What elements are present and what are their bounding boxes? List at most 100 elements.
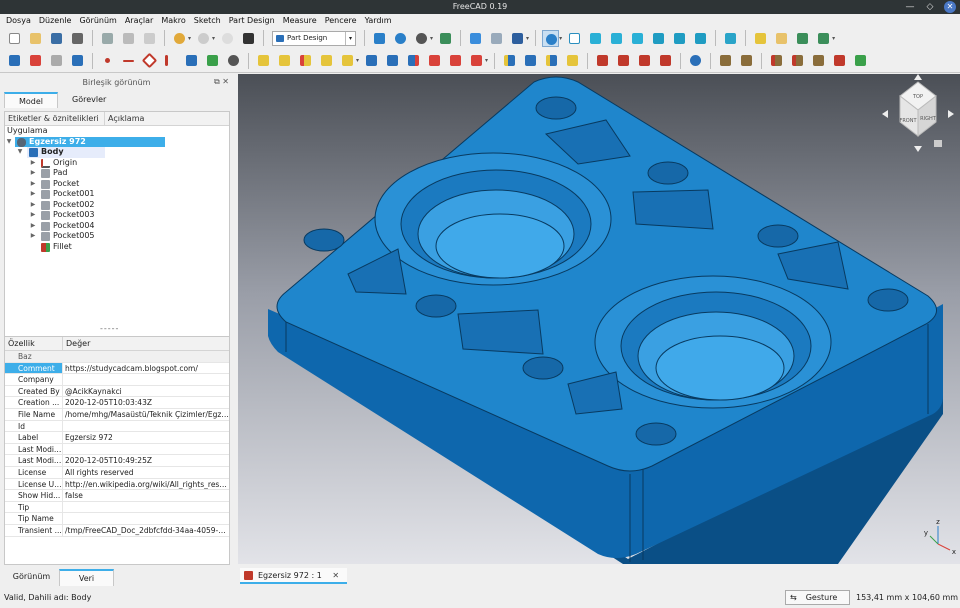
tab-data[interactable]: Veri xyxy=(59,569,114,586)
property-value[interactable] xyxy=(63,444,229,455)
zoom-dropdown-icon[interactable]: ▾ xyxy=(559,35,562,42)
tree-item-pocket[interactable]: ▶ Pocket xyxy=(5,179,229,190)
create-sketch-icon[interactable] xyxy=(27,52,44,69)
tree-item-body[interactable]: ▼ Body xyxy=(5,147,229,158)
workbench-selector[interactable]: Part Design ▾ xyxy=(272,30,357,46)
navcube-arrow-left-icon[interactable] xyxy=(882,110,888,118)
involute-gear-icon[interactable] xyxy=(738,52,755,69)
measure-refresh-icon[interactable] xyxy=(810,52,827,69)
float-icon[interactable]: ⧉ xyxy=(214,77,220,86)
property-row[interactable]: Tip xyxy=(5,501,229,514)
tree-item-origin[interactable]: ▶ Origin xyxy=(5,158,229,169)
additive-primitive-icon[interactable] xyxy=(339,52,356,69)
property-value[interactable]: false xyxy=(63,490,229,501)
property-header-value[interactable]: Değer xyxy=(63,337,229,350)
property-value[interactable]: /tmp/FreeCAD_Doc_2dbfcfdd-34aa-4059-85..… xyxy=(63,525,229,536)
hole-icon[interactable] xyxy=(384,52,401,69)
property-row[interactable]: Show Hid... false xyxy=(5,490,229,502)
create-body-icon[interactable] xyxy=(6,52,23,69)
property-value[interactable]: Egzersiz 972 xyxy=(63,432,229,443)
tab-tasks[interactable]: Görevler xyxy=(58,92,120,108)
view-isometric-icon[interactable] xyxy=(566,30,583,47)
view-bottom-icon[interactable] xyxy=(671,30,688,47)
chevron-down-icon[interactable]: ▼ xyxy=(16,147,24,158)
navigation-cube[interactable]: TOP FRONT RIGHT xyxy=(882,74,954,152)
navigation-dropdown-icon[interactable]: ▾ xyxy=(526,35,529,42)
create-part-icon[interactable] xyxy=(752,30,769,47)
link-actions-icon[interactable] xyxy=(815,30,832,47)
create-group-icon[interactable] xyxy=(773,30,790,47)
draw-style-dropdown-icon[interactable]: ▾ xyxy=(430,35,433,42)
document-tab[interactable]: Egzersiz 972 : 1 ✕ xyxy=(240,568,348,584)
tree-item-pocket001[interactable]: ▶ Pocket001 xyxy=(5,189,229,200)
property-row[interactable]: Comment https://studycadcam.blogspot.com/ xyxy=(5,362,229,375)
datum-point-icon[interactable] xyxy=(99,52,116,69)
tree-item-pocket005[interactable]: ▶ Pocket005 xyxy=(5,231,229,242)
property-row[interactable]: License All rights reserved xyxy=(5,466,229,479)
property-value[interactable]: 2020-12-05T10:03:43Z xyxy=(63,397,229,408)
property-row[interactable]: Company xyxy=(5,374,229,386)
additive-dropdown-icon[interactable]: ▾ xyxy=(356,57,359,64)
save-icon[interactable] xyxy=(48,30,65,47)
navigation-style-button[interactable]: Gesture xyxy=(785,590,850,605)
mirrored-icon[interactable] xyxy=(501,52,518,69)
subshape-binder-icon[interactable] xyxy=(204,52,221,69)
new-document-icon[interactable] xyxy=(6,30,23,47)
fillet-icon[interactable] xyxy=(594,52,611,69)
navcube-arrow-down-icon[interactable] xyxy=(914,146,922,152)
3d-viewport[interactable]: TOP FRONT RIGHT z x y xyxy=(238,74,960,564)
shape-binder-icon[interactable] xyxy=(183,52,200,69)
datum-plane-icon[interactable] xyxy=(141,52,158,69)
property-row[interactable]: File Name/home/mhg/Masaüstü/Teknik Çizim… xyxy=(5,408,229,421)
property-row[interactable]: Id xyxy=(5,420,229,433)
close-icon[interactable]: ✕ xyxy=(944,1,956,13)
navcube-arrow-right-icon[interactable] xyxy=(948,110,954,118)
view-top-icon[interactable] xyxy=(608,30,625,47)
tab-model[interactable]: Model xyxy=(4,92,59,108)
validate-sketch-icon[interactable] xyxy=(48,52,65,69)
local-coordinate-icon[interactable] xyxy=(162,52,179,69)
property-value[interactable]: All rights reserved xyxy=(63,467,229,478)
datum-line-icon[interactable] xyxy=(120,52,137,69)
tree-item-pad[interactable]: ▶ Pad xyxy=(5,168,229,179)
fit-selection-icon[interactable] xyxy=(392,30,409,47)
draw-style-icon[interactable] xyxy=(413,30,430,47)
redo-icon[interactable] xyxy=(195,30,212,47)
tab-view[interactable]: Görünüm xyxy=(4,569,59,586)
property-value[interactable] xyxy=(63,374,229,385)
redo-dropdown-icon[interactable]: ▾ xyxy=(212,35,215,42)
fit-all-icon[interactable] xyxy=(371,30,388,47)
make-link-icon[interactable] xyxy=(794,30,811,47)
chevron-right-icon[interactable]: ▶ xyxy=(29,231,37,242)
boolean-icon[interactable] xyxy=(687,52,704,69)
tree-header-labels[interactable]: Etiketler & öznitelikleri xyxy=(5,112,105,125)
property-row[interactable]: Last Modif... xyxy=(5,443,229,456)
property-value[interactable] xyxy=(63,513,229,524)
revolution-icon[interactable] xyxy=(276,52,293,69)
property-value[interactable]: https://studycadcam.blogspot.com/ xyxy=(63,363,229,374)
subtractive-pipe-icon[interactable] xyxy=(447,52,464,69)
navigation-icon[interactable] xyxy=(509,30,526,47)
panel-splitter[interactable]: ----- xyxy=(100,324,119,333)
property-row[interactable]: Created By @AcikKaynakci xyxy=(5,385,229,398)
undo-icon[interactable] xyxy=(171,30,188,47)
bounding-box-icon[interactable] xyxy=(437,30,454,47)
property-header-name[interactable]: Özellik xyxy=(5,337,63,350)
property-row[interactable]: Creation ... 2020-12-05T10:03:43Z xyxy=(5,397,229,409)
view-right-icon[interactable] xyxy=(629,30,646,47)
sprocket-icon[interactable] xyxy=(717,52,734,69)
tree-item-pocket004[interactable]: ▶ Pocket004 xyxy=(5,221,229,232)
paste-icon[interactable] xyxy=(141,30,158,47)
print-icon[interactable] xyxy=(69,30,86,47)
property-value[interactable]: @AcikKaynakci xyxy=(63,386,229,397)
property-row[interactable]: License URL http://en.wikipedia.org/wiki/… xyxy=(5,478,229,491)
measure-clear-icon[interactable] xyxy=(831,52,848,69)
groove-icon[interactable] xyxy=(405,52,422,69)
property-row[interactable]: Tip Name xyxy=(5,513,229,525)
chevron-right-icon[interactable]: ▶ xyxy=(29,168,37,179)
refresh-icon[interactable] xyxy=(219,30,236,47)
property-value[interactable]: 2020-12-05T10:49:25Z xyxy=(63,455,229,466)
property-row[interactable]: Last Modif... 2020-12-05T10:49:25Z xyxy=(5,455,229,467)
chevron-right-icon[interactable]: ▶ xyxy=(29,189,37,200)
navcube-menu-icon[interactable] xyxy=(934,140,942,147)
